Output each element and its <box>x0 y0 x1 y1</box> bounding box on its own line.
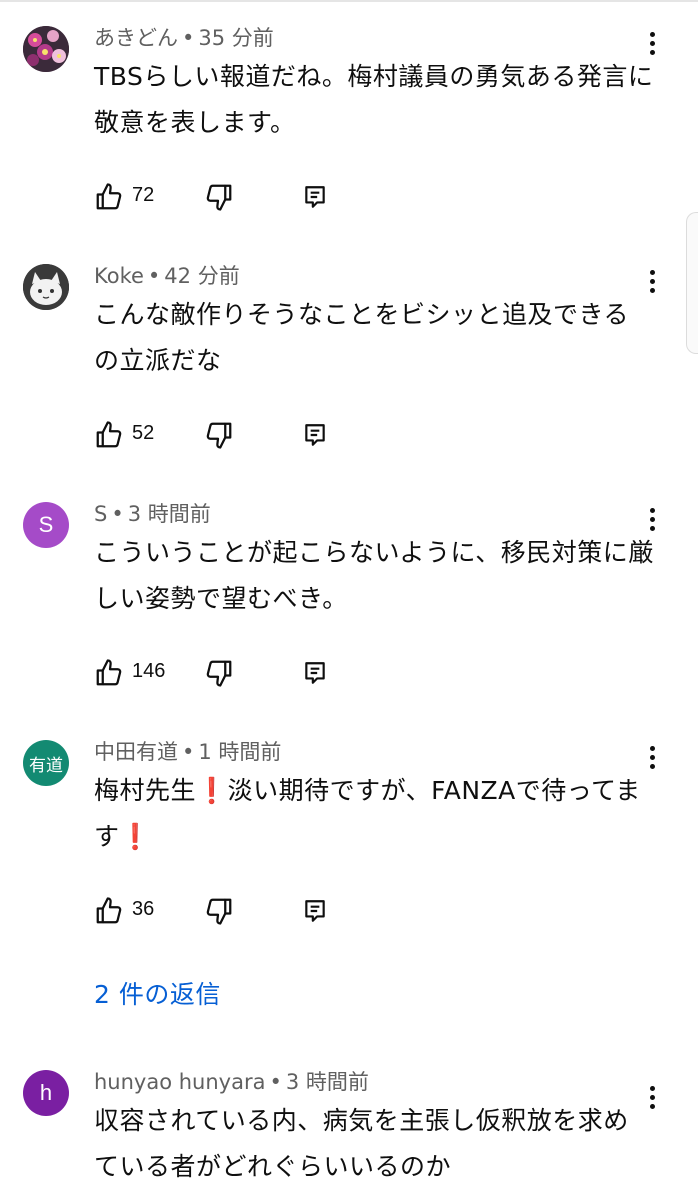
meta-separator: • <box>111 502 124 526</box>
avatar[interactable] <box>23 264 69 310</box>
author-name[interactable]: hunyao hunyara <box>94 1070 265 1094</box>
comment-actions: 52 <box>92 418 352 454</box>
comment-actions: 36 <box>92 894 352 930</box>
comment-time[interactable]: 3 時間前 <box>286 1070 369 1094</box>
comment-actions: 146 <box>92 656 352 692</box>
more-vert-icon[interactable] <box>640 26 664 60</box>
comment-time[interactable]: 1 時間前 <box>198 740 281 764</box>
avatar[interactable]: h <box>23 1070 69 1116</box>
comment-text-part1: 梅村先生 <box>94 776 197 805</box>
reply-icon <box>305 662 325 684</box>
comment-text: TBSらしい報道だね。梅村議員の勇気ある発言に敬意を表します。 <box>94 62 654 137</box>
exclamation-icon: ❗ <box>196 776 228 805</box>
avatar-flowers-image <box>23 26 69 72</box>
author-name[interactable]: S <box>94 502 107 526</box>
meta-separator: • <box>182 26 195 50</box>
view-replies-link[interactable]: 2 件の返信 <box>94 975 221 1011</box>
avatar-letter: S <box>38 512 54 537</box>
author-name[interactable]: あきどん <box>94 26 178 50</box>
avatar-letter: h <box>39 1080 53 1105</box>
avatar-cat-image <box>23 264 69 310</box>
author-name[interactable]: Koke <box>94 264 144 288</box>
like-button[interactable] <box>92 656 126 690</box>
comment-meta: S • 3 時間前 <box>94 498 211 528</box>
comment-meta: Koke • 42 分前 <box>94 260 240 290</box>
comment-actions: 72 <box>92 180 352 216</box>
like-button[interactable] <box>92 894 126 928</box>
like-count: 52 <box>132 422 155 444</box>
more-vert-icon[interactable] <box>640 740 664 774</box>
like-icon <box>96 897 122 924</box>
comment-text: こんな敵作りそうなことをビシッと追及できるの立派だな <box>94 300 630 375</box>
like-icon <box>96 659 122 686</box>
author-name[interactable]: 中田有道 <box>94 740 178 764</box>
dislike-icon <box>206 422 232 449</box>
reply-icon <box>305 900 325 922</box>
like-count: 146 <box>132 660 166 682</box>
dislike-button[interactable] <box>202 656 236 690</box>
like-button[interactable] <box>92 180 126 214</box>
comment-meta: あきどん • 35 分前 <box>94 22 274 52</box>
dislike-button[interactable] <box>202 894 236 928</box>
like-icon <box>96 183 122 210</box>
comment-meta: hunyao hunyara • 3 時間前 <box>94 1066 369 1096</box>
reply-icon <box>305 186 325 208</box>
reply-button[interactable] <box>298 418 332 452</box>
meta-separator: • <box>147 264 161 288</box>
dislike-icon <box>206 898 232 925</box>
meta-separator: • <box>269 1070 282 1094</box>
like-count: 72 <box>132 184 155 206</box>
reply-button[interactable] <box>298 656 332 690</box>
more-vert-icon[interactable] <box>640 264 664 298</box>
scroll-handle[interactable] <box>686 212 698 354</box>
comment-text: 梅村先生❗淡い期待ですが、FANZAで待ってます❗ <box>94 768 654 860</box>
comment-time[interactable]: 3 時間前 <box>128 502 211 526</box>
top-divider <box>0 0 698 2</box>
avatar[interactable]: 有道 <box>23 740 69 786</box>
avatar[interactable] <box>23 26 69 72</box>
reply-button[interactable] <box>298 894 332 928</box>
comment-text: こういうことが起こらないように、移民対策に厳しい姿勢で望むべき。 <box>94 538 654 613</box>
comment-text: 収容されている内、病気を主張し仮釈放を求めている者がどれぐらいいるのか <box>94 1106 629 1181</box>
reply-icon <box>305 424 325 446</box>
like-count: 36 <box>132 898 155 920</box>
reply-button[interactable] <box>298 180 332 214</box>
avatar[interactable]: S <box>23 502 69 548</box>
comment-time[interactable]: 35 分前 <box>198 26 273 50</box>
meta-separator: • <box>182 740 195 764</box>
exclamation-icon: ❗ <box>119 822 152 851</box>
avatar-letter: 有道 <box>29 755 63 776</box>
dislike-icon <box>206 184 232 211</box>
like-icon <box>96 421 122 448</box>
like-button[interactable] <box>92 418 126 452</box>
dislike-button[interactable] <box>202 418 236 452</box>
dislike-icon <box>206 660 232 687</box>
more-vert-icon[interactable] <box>640 1080 664 1114</box>
comment-time[interactable]: 42 分前 <box>164 264 239 288</box>
dislike-button[interactable] <box>202 180 236 214</box>
more-vert-icon[interactable] <box>640 502 664 536</box>
comment-meta: 中田有道 • 1 時間前 <box>94 736 281 766</box>
